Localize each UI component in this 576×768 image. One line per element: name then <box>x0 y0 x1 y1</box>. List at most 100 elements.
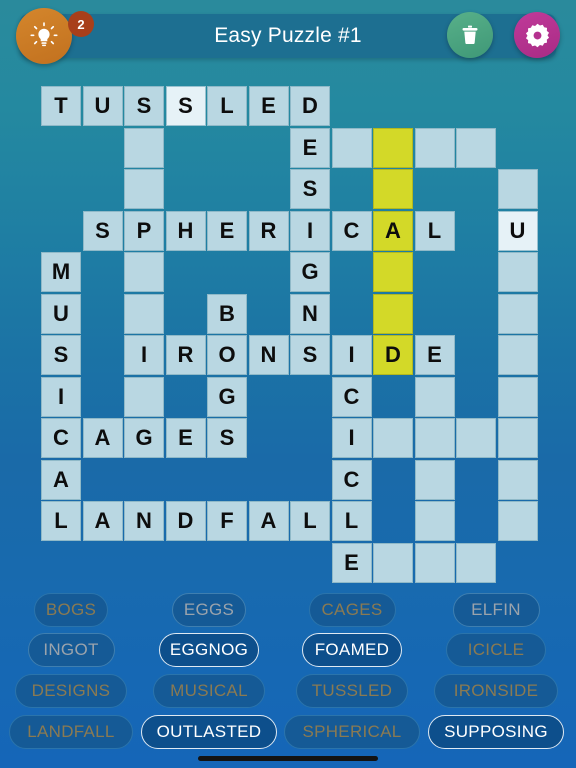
grid-cell-r7-c4[interactable]: G <box>207 376 247 417</box>
grid-cell-r5-c11[interactable] <box>497 293 538 334</box>
grid-cell-r0-c5[interactable]: E <box>248 86 289 126</box>
grid-cell-r4-c8[interactable] <box>373 252 413 292</box>
grid-cell-r3-c2[interactable]: P <box>124 210 164 251</box>
grid-cell-r6-c9[interactable]: E <box>414 335 455 375</box>
hint-button[interactable]: 2 <box>16 8 94 64</box>
grid-cell-r5-c4[interactable]: B <box>207 293 247 334</box>
grid-cell-r6-c4[interactable]: O <box>207 335 247 375</box>
grid-cell-r2-c2[interactable] <box>124 169 164 209</box>
grid-cell-r11-c8[interactable] <box>373 542 413 583</box>
grid-cell-r2-c11[interactable] <box>497 169 538 209</box>
grid-cell-r3-c9[interactable]: L <box>414 210 455 251</box>
grid-cell-r1-c10[interactable] <box>456 127 496 168</box>
grid-cell-r10-c9[interactable] <box>414 501 455 541</box>
grid-cell-r5-c2[interactable] <box>124 293 164 334</box>
word-chip-ingot[interactable]: INGOT <box>27 633 115 667</box>
grid-cell-r8-c0[interactable]: C <box>41 418 81 458</box>
grid-cell-r5-c8[interactable] <box>373 293 413 334</box>
word-chip-landfall[interactable]: LANDFALL <box>9 715 133 749</box>
grid-cell-r6-c7[interactable]: I <box>331 335 372 375</box>
grid-cell-r7-c2[interactable] <box>124 376 164 417</box>
word-chip-designs[interactable]: DESIGNS <box>15 674 127 708</box>
word-chip-ironside[interactable]: IRONSIDE <box>434 674 558 708</box>
grid-cell-r1-c9[interactable] <box>414 127 455 168</box>
grid-cell-r4-c2[interactable] <box>124 252 164 292</box>
grid-cell-r8-c8[interactable] <box>373 418 413 458</box>
grid-cell-r0-c4[interactable]: L <box>207 86 247 126</box>
grid-cell-r3-c8[interactable]: A <box>373 210 413 251</box>
grid-cell-r11-c10[interactable] <box>456 542 496 583</box>
grid-cell-r8-c10[interactable] <box>456 418 496 458</box>
grid-cell-r0-c0[interactable]: T <box>41 86 81 126</box>
grid-cell-r3-c1[interactable]: S <box>82 210 123 251</box>
grid-cell-r8-c2[interactable]: G <box>124 418 164 458</box>
word-chip-tussled[interactable]: TUSSLED <box>296 674 408 708</box>
grid-cell-r10-c3[interactable]: D <box>165 501 206 541</box>
grid-cell-r8-c1[interactable]: A <box>82 418 123 458</box>
grid-cell-r8-c4[interactable]: S <box>207 418 247 458</box>
grid-cell-r6-c5[interactable]: N <box>248 335 289 375</box>
grid-cell-r3-c11[interactable]: U <box>497 210 538 251</box>
word-chip-spherical[interactable]: SPHERICAL <box>284 715 420 749</box>
grid-cell-r3-c6[interactable]: I <box>290 210 330 251</box>
grid-cell-r10-c7[interactable]: L <box>331 501 372 541</box>
grid-cell-r9-c9[interactable] <box>414 459 455 500</box>
word-chip-foamed[interactable]: FOAMED <box>302 633 402 667</box>
clear-puzzle-button[interactable] <box>447 12 493 58</box>
crossword-grid[interactable]: TUSSLEDESSPHERICALUMGUBNSIRONSIDEIGCCAGE… <box>41 86 539 584</box>
grid-cell-r8-c9[interactable] <box>414 418 455 458</box>
grid-cell-r2-c8[interactable] <box>373 169 413 209</box>
grid-cell-r10-c1[interactable]: A <box>82 501 123 541</box>
grid-cell-r1-c2[interactable] <box>124 127 164 168</box>
grid-cell-r4-c6[interactable]: G <box>290 252 330 292</box>
word-chip-musical[interactable]: MUSICAL <box>153 674 265 708</box>
grid-cell-r9-c7[interactable]: C <box>331 459 372 500</box>
grid-cell-r7-c9[interactable] <box>414 376 455 417</box>
grid-cell-r7-c11[interactable] <box>497 376 538 417</box>
grid-cell-r6-c3[interactable]: R <box>165 335 206 375</box>
grid-cell-r8-c11[interactable] <box>497 418 538 458</box>
word-chip-supposing[interactable]: SUPPOSING <box>428 715 564 749</box>
word-chip-eggs[interactable]: EGGS <box>171 593 247 627</box>
grid-cell-r10-c6[interactable]: L <box>290 501 330 541</box>
grid-cell-r10-c0[interactable]: L <box>41 501 81 541</box>
grid-cell-r6-c8[interactable]: D <box>373 335 413 375</box>
grid-cell-r8-c7[interactable]: I <box>331 418 372 458</box>
grid-cell-r0-c6[interactable]: D <box>290 86 330 126</box>
word-chip-bogs[interactable]: BOGS <box>33 593 109 627</box>
grid-cell-r6-c0[interactable]: S <box>41 335 81 375</box>
grid-cell-r10-c2[interactable]: N <box>124 501 164 541</box>
word-chip-outlasted[interactable]: OUTLASTED <box>141 715 277 749</box>
word-chip-elfin[interactable]: ELFIN <box>452 593 540 627</box>
grid-cell-r6-c2[interactable]: I <box>124 335 164 375</box>
word-chip-cages[interactable]: CAGES <box>308 593 396 627</box>
grid-cell-r6-c6[interactable]: S <box>290 335 330 375</box>
grid-cell-r0-c2[interactable]: S <box>124 86 164 126</box>
grid-cell-r5-c0[interactable]: U <box>41 293 81 334</box>
grid-cell-r7-c7[interactable]: C <box>331 376 372 417</box>
grid-cell-r1-c8[interactable] <box>373 127 413 168</box>
grid-cell-r4-c0[interactable]: M <box>41 252 81 292</box>
grid-cell-r11-c9[interactable] <box>414 542 455 583</box>
grid-cell-r10-c11[interactable] <box>497 501 538 541</box>
grid-cell-r10-c5[interactable]: A <box>248 501 289 541</box>
grid-cell-r3-c7[interactable]: C <box>331 210 372 251</box>
grid-cell-r9-c0[interactable]: A <box>41 459 81 500</box>
grid-cell-r0-c3[interactable]: S <box>165 86 206 126</box>
grid-cell-r0-c1[interactable]: U <box>82 86 123 126</box>
grid-cell-r5-c6[interactable]: N <box>290 293 330 334</box>
grid-cell-r3-c3[interactable]: H <box>165 210 206 251</box>
grid-cell-r1-c7[interactable] <box>331 127 372 168</box>
grid-cell-r1-c6[interactable]: E <box>290 127 330 168</box>
grid-cell-r2-c6[interactable]: S <box>290 169 330 209</box>
grid-cell-r8-c3[interactable]: E <box>165 418 206 458</box>
grid-cell-r3-c5[interactable]: R <box>248 210 289 251</box>
settings-button[interactable] <box>514 12 560 58</box>
word-chip-icicle[interactable]: ICICLE <box>446 633 546 667</box>
grid-cell-r10-c4[interactable]: F <box>207 501 247 541</box>
grid-cell-r9-c11[interactable] <box>497 459 538 500</box>
grid-cell-r7-c0[interactable]: I <box>41 376 81 417</box>
word-chip-eggnog[interactable]: EGGNOG <box>159 633 259 667</box>
grid-cell-r6-c11[interactable] <box>497 335 538 375</box>
grid-cell-r11-c7[interactable]: E <box>331 542 372 583</box>
